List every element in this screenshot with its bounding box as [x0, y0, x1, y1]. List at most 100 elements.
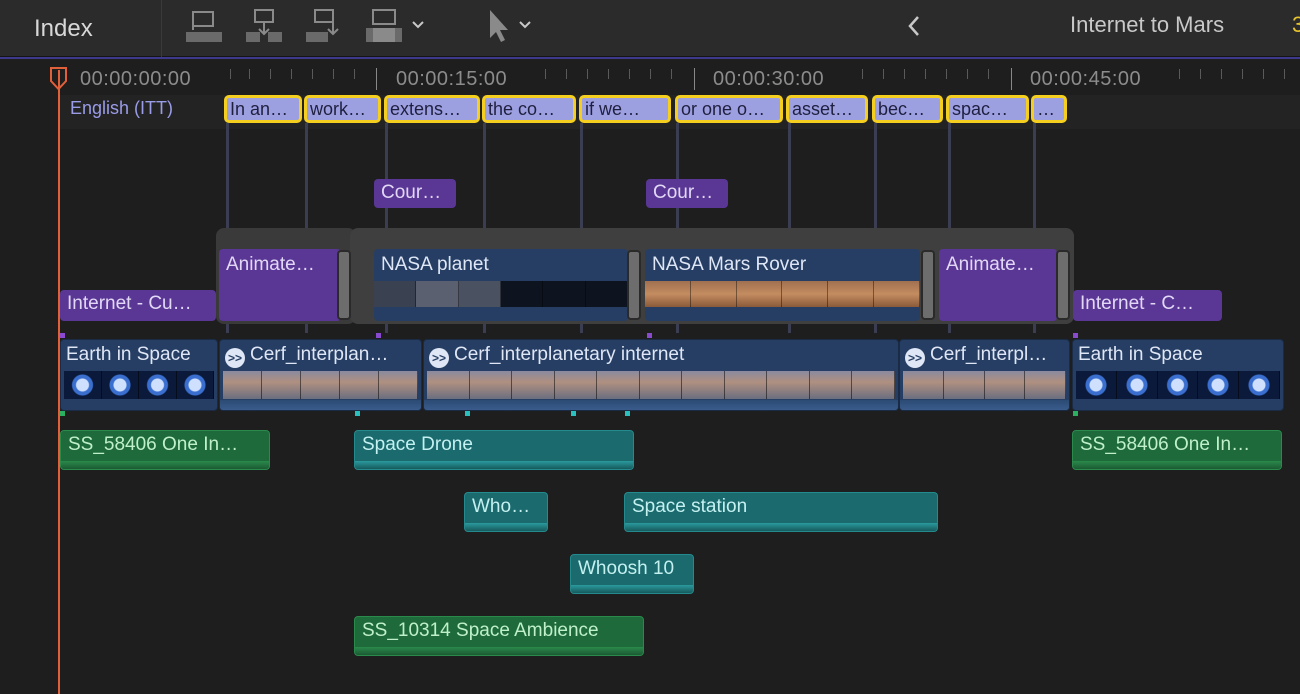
animate-clip[interactable]: Animate… [219, 249, 341, 321]
ruler-tick [249, 69, 250, 79]
ruler-tick [566, 69, 567, 79]
course-title-clip[interactable]: Cour… [646, 179, 728, 208]
course-title-clip[interactable]: Cour… [374, 179, 456, 208]
index-button[interactable]: Index [0, 0, 162, 57]
caption-clip[interactable]: spac… [946, 95, 1029, 123]
caption-clip[interactable]: or one o… [675, 95, 783, 123]
clip-label: Animate… [226, 254, 315, 275]
clip-label: Whoosh 10 [578, 558, 675, 579]
insert-icon[interactable] [245, 8, 283, 44]
clip-label: NASA planet [381, 254, 489, 275]
ruler-tick [1179, 69, 1180, 79]
cerf-clip[interactable]: >> Cerf_interpl… [899, 339, 1070, 411]
nasa-planet-clip[interactable]: NASA planet [374, 249, 628, 321]
filmstrip [223, 371, 418, 399]
ruler-tick [883, 69, 884, 79]
caption-clip[interactable]: … [1031, 95, 1067, 123]
filmstrip [64, 371, 214, 399]
compound-clip-icon: >> [429, 348, 449, 368]
ruler-tick [988, 69, 989, 79]
caption-clip[interactable]: work… [304, 95, 381, 123]
ruler-tick [587, 69, 588, 79]
ruler-tick [925, 69, 926, 79]
trim-handle[interactable] [1056, 250, 1070, 320]
clip-label: Cerf_interpl… [930, 344, 1048, 365]
audio-waveform [355, 461, 633, 469]
tool-chevron-icon[interactable] [518, 18, 532, 32]
ruler-tick [694, 68, 695, 90]
ruler-tick [1221, 69, 1222, 79]
caption-clip[interactable]: if we… [579, 95, 671, 123]
project-title-extra: 3 [1292, 12, 1300, 37]
clip-label: SS_58406 One In… [1080, 434, 1251, 455]
clip-label: Earth in Space [66, 344, 191, 365]
connect-icon[interactable] [185, 8, 223, 44]
audio-clip[interactable]: SS_10314 Space Ambience [354, 616, 644, 656]
arrow-icon[interactable] [478, 8, 508, 44]
timeline-toolbar: Index Internet to Mars 3 [0, 0, 1300, 57]
caption-lane-label[interactable]: English (ITT) [70, 98, 173, 119]
connection-marker [376, 333, 381, 338]
caption-clip[interactable]: extens… [384, 95, 480, 123]
compound-clip-icon: >> [905, 348, 925, 368]
ruler-tick [946, 69, 947, 79]
ruler-tick [608, 69, 609, 79]
connection-marker [60, 411, 65, 416]
clip-label: Cerf_interplan… [250, 344, 389, 365]
clip-label: Animate… [946, 254, 1035, 275]
internet-title-clip[interactable]: Internet - Cu… [60, 290, 216, 321]
ruler-tick [545, 69, 546, 79]
project-title: Internet to Mars [1070, 12, 1225, 37]
audio-waveform [465, 523, 547, 531]
append-icon[interactable] [305, 8, 343, 44]
earth-in-space-clip[interactable]: Earth in Space [60, 339, 218, 411]
animate-clip[interactable]: Animate… [939, 249, 1057, 321]
ruler-tick [354, 69, 355, 79]
back-chevron-icon[interactable] [903, 13, 925, 39]
internet-title-clip[interactable]: Internet - C… [1073, 290, 1222, 321]
cerf-clip[interactable]: >> Cerf_interplanetary internet [423, 339, 899, 411]
nasa-rover-clip[interactable]: NASA Mars Rover [645, 249, 920, 321]
trim-handle[interactable] [921, 250, 935, 320]
filmstrip [645, 281, 920, 307]
audio-waveform [424, 400, 898, 410]
ruler-tick [629, 69, 630, 79]
ruler-tick [862, 69, 863, 79]
cerf-clip[interactable]: >> Cerf_interplan… [219, 339, 422, 411]
ruler-tick [650, 69, 651, 79]
timecode-0: 00:00:00:00 [80, 68, 192, 90]
audio-clip[interactable]: Space Drone [354, 430, 634, 470]
connection-marker [571, 411, 576, 416]
filmstrip [427, 371, 896, 399]
caption-clip[interactable]: In an… [224, 95, 302, 123]
audio-clip[interactable]: Whoosh 10 [570, 554, 694, 594]
clip-label: Earth in Space [1078, 344, 1203, 365]
index-label: Index [34, 14, 93, 42]
caption-clip[interactable]: asset… [786, 95, 868, 123]
time-ruler[interactable]: 00:00:00:00 00:00:15:00 00:00:30:00 00:0… [0, 59, 1300, 95]
ruler-tick [333, 69, 334, 79]
audio-waveform [625, 523, 937, 531]
audio-clip[interactable]: SS_58406 One In… [1072, 430, 1282, 470]
ruler-tick [1242, 69, 1243, 79]
trim-handle[interactable] [627, 250, 641, 320]
earth-in-space-clip[interactable]: Earth in Space [1072, 339, 1284, 411]
filmstrip [903, 371, 1066, 399]
ruler-tick [312, 69, 313, 79]
trim-handle[interactable] [337, 250, 351, 320]
audio-clip[interactable]: Who… [464, 492, 548, 532]
timeline-window: Index Internet to Mars 3 00:00:00:00 00:… [0, 0, 1300, 694]
audio-clip[interactable]: SS_58406 One In… [60, 430, 270, 470]
edit-options-chevron-icon[interactable] [411, 18, 425, 32]
playhead-icon[interactable] [49, 67, 68, 91]
connection-marker [625, 411, 630, 416]
overwrite-icon[interactable] [365, 8, 403, 44]
caption-clip[interactable]: the co… [482, 95, 576, 123]
ruler-tick [904, 69, 905, 79]
playhead-line[interactable] [58, 70, 60, 694]
audio-clip[interactable]: Space station [624, 492, 938, 532]
connection-marker [647, 333, 652, 338]
audio-waveform [220, 400, 421, 410]
caption-clip[interactable]: bec… [872, 95, 943, 123]
connection-marker [1073, 411, 1078, 416]
